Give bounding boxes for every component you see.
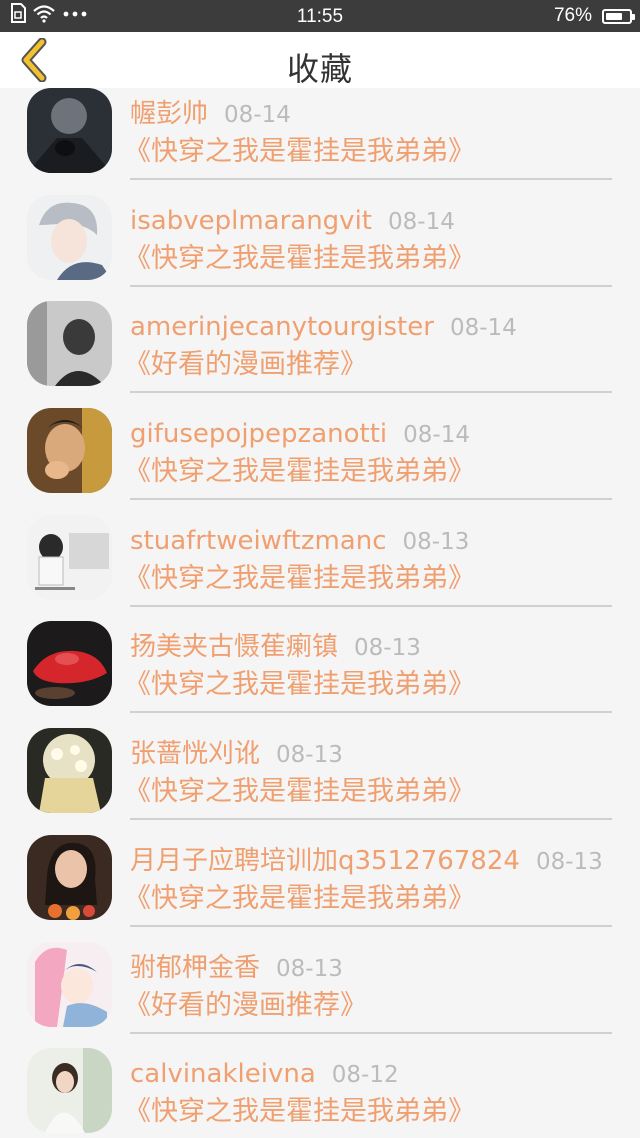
list-item-text: isabveplmarangvit 08-14 《快穿之我是霍挂是我弟弟》 <box>124 201 612 287</box>
item-date: 08-14 <box>403 422 470 449</box>
status-right: 76% <box>553 5 635 27</box>
list-item-text: 驸郁柙金香 08-13 《好看的漫画推荐》 <box>124 948 612 1034</box>
user-name: 扬美夹古慑萑瘌镇 <box>130 632 339 663</box>
user-name: 月月子应聘培训加q3512767824 <box>130 845 520 876</box>
user-name: 驸郁柙金香 <box>130 952 261 983</box>
list-item[interactable]: isabveplmarangvit 08-14 《快穿之我是霍挂是我弟弟》 <box>0 194 640 302</box>
list-item[interactable]: 张蔷恍刈讹 08-13 《快穿之我是霍挂是我弟弟》 <box>0 728 640 835</box>
list-item-text: 扬美夹古慑萑瘌镇 08-13 《快穿之我是霍挂是我弟弟》 <box>124 627 612 714</box>
list-item[interactable]: 驸郁柙金香 08-13 《好看的漫画推荐》 <box>0 941 640 1049</box>
item-date: 08-14 <box>224 102 291 128</box>
item-title[interactable]: 《快穿之我是霍挂是我弟弟》 <box>124 454 612 490</box>
battery-percent: 76% <box>553 5 592 26</box>
list-item-text: amerinjecanytourgister 08-14 《好看的漫画推荐》 <box>124 307 612 394</box>
user-name: 幄彭帅 <box>130 99 209 129</box>
item-date: 08-13 <box>535 848 603 875</box>
list-item[interactable]: 月月子应聘培训加q3512767824 08-13 《快穿之我是霍挂是我弟弟》 <box>0 834 640 942</box>
top-navigation-bar: 收藏 <box>0 32 640 88</box>
list-item-text: calvinakleivna 08-12 《快穿之我是霍挂是我弟弟》 <box>124 1054 612 1138</box>
list-item[interactable]: 扬美夹古慑萑瘌镇 08-13 《快穿之我是霍挂是我弟弟》 <box>0 621 640 728</box>
list-item-text: stuafrtweiwftzmanc 08-13 《快穿之我是霍挂是我弟弟》 <box>124 521 612 607</box>
list-item-text: 张蔷恍刈讹 08-13 《快穿之我是霍挂是我弟弟》 <box>124 734 612 821</box>
avatar[interactable] <box>27 621 112 707</box>
item-date: 08-13 <box>354 635 421 662</box>
battery-level-fill <box>606 12 622 20</box>
item-date: 08-13 <box>276 955 343 982</box>
item-date: 08-12 <box>331 1062 399 1089</box>
avatar[interactable] <box>27 408 112 494</box>
item-title[interactable]: 《好看的漫画推荐》 <box>124 347 612 383</box>
item-title[interactable]: 《好看的漫画推荐》 <box>124 988 612 1024</box>
user-name: gifusepojpepzanotti <box>130 419 388 450</box>
avatar[interactable] <box>27 301 112 387</box>
item-date: 08-14 <box>449 315 517 342</box>
list-item[interactable]: stuafrtweiwftzmanc 08-13 《快穿之我是霍挂是我弟弟》 <box>0 514 640 622</box>
list-item-text: 幄彭帅 08-14 《快穿之我是霍挂是我弟弟》 <box>124 94 612 180</box>
page-title: 收藏 <box>286 50 353 88</box>
user-name: 张蔷恍刈讹 <box>130 739 261 770</box>
user-name: amerinjecanytourgister <box>130 312 434 343</box>
status-bar: 11:55 76% <box>0 0 640 32</box>
item-title[interactable]: 《快穿之我是霍挂是我弟弟》 <box>124 1094 612 1130</box>
avatar[interactable] <box>27 728 112 814</box>
favorites-list: 幄彭帅 08-14 《快穿之我是霍挂是我弟弟》 isabveplmarangvit… <box>0 88 640 1138</box>
item-date: 08-13 <box>402 528 470 555</box>
list-item-text: gifusepojpepzanotti 08-14 《快穿之我是霍挂是我弟弟》 <box>124 414 612 501</box>
user-name: isabveplmarangvit <box>130 205 372 236</box>
list-item[interactable]: 幄彭帅 08-14 《快穿之我是霍挂是我弟弟》 <box>0 88 640 195</box>
status-time: 11:55 <box>296 6 344 27</box>
avatar[interactable] <box>27 941 112 1027</box>
user-name: stuafrtweiwftzmanc <box>130 525 387 556</box>
item-title[interactable]: 《快穿之我是霍挂是我弟弟》 <box>124 134 612 170</box>
item-date: 08-14 <box>388 208 455 235</box>
item-title[interactable]: 《快穿之我是霍挂是我弟弟》 <box>124 881 612 917</box>
item-title[interactable]: 《快穿之我是霍挂是我弟弟》 <box>124 774 612 810</box>
list-item[interactable]: calvinakleivna 08-12 《快穿之我是霍挂是我弟弟》 <box>0 1048 640 1138</box>
avatar[interactable] <box>27 834 112 920</box>
avatar[interactable] <box>27 88 112 173</box>
user-name: calvinakleivna <box>130 1059 316 1090</box>
item-title[interactable]: 《快穿之我是霍挂是我弟弟》 <box>124 667 612 703</box>
battery-icon <box>602 8 635 24</box>
list-item[interactable]: amerinjecanytourgister 08-14 《好看的漫画推荐》 <box>0 301 640 408</box>
item-title[interactable]: 《快穿之我是霍挂是我弟弟》 <box>124 561 612 597</box>
item-title[interactable]: 《快穿之我是霍挂是我弟弟》 <box>124 241 612 277</box>
avatar[interactable] <box>27 1048 112 1134</box>
item-date: 08-13 <box>276 742 343 769</box>
avatar[interactable] <box>27 194 112 280</box>
avatar[interactable] <box>27 514 112 600</box>
list-item-text: 月月子应聘培训加q3512767824 08-13 《快穿之我是霍挂是我弟弟》 <box>124 841 612 927</box>
list-item[interactable]: gifusepojpepzanotti 08-14 《快穿之我是霍挂是我弟弟》 <box>0 408 640 515</box>
